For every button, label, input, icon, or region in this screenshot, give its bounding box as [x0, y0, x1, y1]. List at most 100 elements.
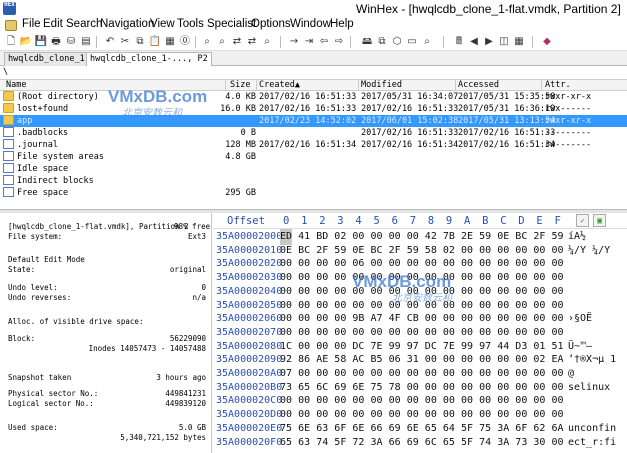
col-accessed[interactable]: Accessed — [458, 80, 499, 91]
menu-edit[interactable]: Edit — [43, 18, 63, 30]
hex-byte[interactable]: 5F — [334, 435, 346, 451]
template-icon[interactable]: ◫ — [497, 35, 511, 49]
open-disk-icon[interactable]: ⛁ — [64, 35, 78, 49]
menu-navigation[interactable]: Navigation — [100, 18, 154, 30]
display-options-icon[interactable]: ▣ — [593, 214, 606, 227]
menu-specialist[interactable]: Specialist — [207, 18, 256, 30]
file-name: lost+found — [17, 104, 69, 114]
hex-column-header: 5 — [373, 215, 380, 227]
file-icon — [3, 151, 14, 161]
edit-disk-icon[interactable]: 🖴 — [360, 35, 374, 49]
hex-byte[interactable]: 65 — [280, 435, 292, 451]
column-divider[interactable] — [541, 80, 542, 91]
forward-icon[interactable]: ⇨ — [332, 35, 346, 49]
copy-icon[interactable]: ⧉ — [133, 35, 147, 49]
col-size[interactable]: Size — [230, 80, 250, 91]
goto-offset-icon[interactable]: → — [287, 35, 301, 49]
menu-tools[interactable]: Tools — [177, 18, 204, 30]
hex-editor[interactable]: Offset ✓ ▣ 0123456789ABCDEF 35A00002000 E… — [213, 213, 627, 453]
goto-sector-icon[interactable]: ⇥ — [302, 35, 316, 49]
file-row[interactable]: Idle space — [0, 163, 627, 175]
phys-sector-value: 449841231 — [165, 389, 206, 398]
file-row[interactable]: Free space 295 GB — [0, 187, 627, 199]
file-icon — [3, 127, 14, 137]
file-icon — [3, 187, 14, 197]
hex-byte[interactable]: 3A — [497, 435, 509, 451]
file-row[interactable]: .badblocks 0 B 2017/02/16 16:51:33 2017/02/… — [0, 127, 627, 139]
properties-icon[interactable]: ▤ — [79, 35, 93, 49]
image-icon[interactable]: ⬡ — [390, 35, 404, 49]
hex-byte[interactable]: 69 — [407, 435, 419, 451]
file-size: 128 MB — [225, 140, 256, 150]
replace-text-icon[interactable]: ⇄ — [230, 35, 244, 49]
hex-byte[interactable]: 74 — [316, 435, 328, 451]
help-icon[interactable]: ◆ — [540, 35, 554, 49]
col-attr[interactable]: Attr. — [545, 80, 571, 91]
file-name: Free space — [17, 188, 69, 198]
paste-special-icon[interactable]: ▦ — [163, 35, 177, 49]
hex-byte[interactable]: 65 — [443, 435, 455, 451]
disk-map-icon[interactable]: ▦ — [512, 35, 526, 49]
hex-byte[interactable]: 73 — [515, 435, 527, 451]
open-file-icon[interactable]: 📂 — [19, 35, 33, 49]
calculator-icon[interactable]: 🖩 — [452, 35, 466, 49]
hex-text[interactable]: ect_r:fi — [568, 435, 616, 451]
col-name[interactable]: Name — [6, 80, 26, 91]
cut-icon[interactable]: ✂ — [118, 35, 132, 49]
find-hex-icon[interactable]: ⌕ — [215, 35, 229, 49]
file-row[interactable]: app 2017/02/23 14:52:02 2017/06/01 15:02:3… — [0, 115, 627, 127]
column-divider[interactable] — [455, 80, 456, 91]
file-accessed: 2017/02/16 16:51:33 — [458, 128, 556, 138]
checkmark-icon[interactable]: ✓ — [576, 214, 589, 227]
tab-partition-2[interactable]: hwqlcdb_clone_1-..., P2 — [86, 52, 212, 67]
hex-byte[interactable]: 63 — [298, 435, 310, 451]
file-row[interactable]: Indirect blocks — [0, 175, 627, 187]
find-text-icon[interactable]: ⌕ — [200, 35, 214, 49]
hex-byte[interactable]: 00 — [552, 435, 564, 451]
menu-help[interactable]: Help — [330, 18, 354, 30]
directory-path: \ — [0, 66, 627, 79]
clone-disk-icon[interactable]: ⧉ — [375, 35, 389, 49]
hex-byte[interactable]: 6C — [425, 435, 437, 451]
file-size: 16.0 KB — [220, 104, 256, 114]
prev-sector-icon[interactable]: ◀ — [467, 35, 481, 49]
find-again-icon[interactable]: ⌕ — [260, 35, 274, 49]
write-zeros-icon[interactable]: ⓪ — [178, 35, 192, 49]
menu-search[interactable]: Search — [66, 18, 102, 30]
file-row[interactable]: (Root directory) 4.0 KB 2017/02/16 16:51:3… — [0, 91, 627, 103]
new-file-icon[interactable]: 🗋 — [4, 35, 18, 49]
paste-icon[interactable]: 📋 — [148, 35, 162, 49]
undo-icon[interactable]: ↶ — [103, 35, 117, 49]
print-icon[interactable]: 🖶 — [49, 35, 63, 49]
hex-offset[interactable]: 35A000020F0 — [216, 435, 282, 451]
hex-byte[interactable]: 66 — [389, 435, 401, 451]
back-icon[interactable]: ⇦ — [317, 35, 331, 49]
file-row[interactable]: .journal 128 MB 2017/02/16 16:51:34 2017/02… — [0, 139, 627, 151]
winhex-app-icon[interactable]: HEX — [3, 2, 16, 15]
search-drive-icon[interactable]: ⌕ — [420, 35, 434, 49]
column-divider[interactable] — [358, 80, 359, 91]
col-created[interactable]: Created▲ — [259, 80, 300, 91]
file-row[interactable]: File system areas 4.8 GB — [0, 151, 627, 163]
hex-byte[interactable]: 30 — [533, 435, 545, 451]
hex-column-header: 8 — [427, 215, 435, 227]
menu-options[interactable]: Options — [251, 18, 291, 30]
file-name: app — [17, 116, 33, 126]
file-accessed: 2017/05/31 13:13:54 — [458, 116, 556, 126]
menu-app-icon[interactable] — [5, 20, 17, 31]
menu-file[interactable]: File — [22, 18, 41, 30]
column-divider[interactable] — [256, 80, 257, 91]
column-divider[interactable] — [225, 80, 226, 91]
menu-window[interactable]: Window — [290, 18, 331, 30]
replace-hex-icon[interactable]: ⇄ — [245, 35, 259, 49]
hex-byte[interactable]: 72 — [352, 435, 364, 451]
hex-byte[interactable]: 5F — [461, 435, 473, 451]
menu-view[interactable]: View — [150, 18, 175, 30]
ram-editor-icon[interactable]: ▭ — [405, 35, 419, 49]
hex-byte[interactable]: 3A — [371, 435, 383, 451]
hex-byte[interactable]: 74 — [479, 435, 491, 451]
col-modified[interactable]: Modified — [361, 80, 402, 91]
next-sector-icon[interactable]: ▶ — [482, 35, 496, 49]
save-icon[interactable]: 💾 — [34, 35, 48, 49]
file-row[interactable]: lost+found 16.0 KB 2017/02/16 16:51:33 2017… — [0, 103, 627, 115]
